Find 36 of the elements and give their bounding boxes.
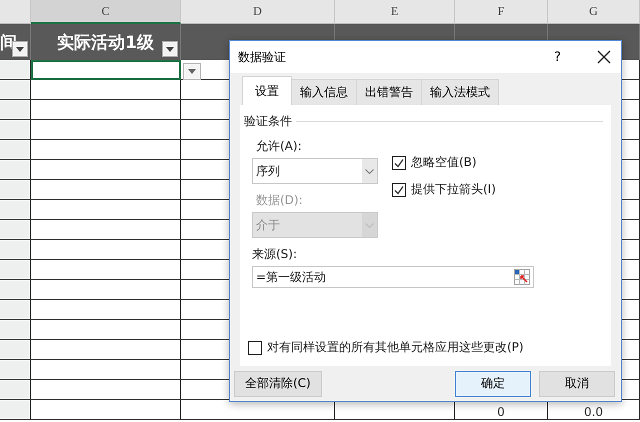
tab[interactable]: 输入信息 [291, 79, 357, 105]
tab[interactable]: 设置 [242, 76, 292, 105]
source-field[interactable]: =第一级活动 [252, 266, 534, 288]
column-letter[interactable]: E [335, 0, 455, 24]
chevron-icon [365, 222, 374, 228]
allow-dropdown[interactable]: 序列 [252, 158, 378, 184]
source-label: 来源(S): [252, 246, 298, 263]
header-text: 实际活动1级 [57, 32, 154, 54]
column-letter[interactable]: C [31, 0, 181, 24]
caret-icon [166, 46, 174, 52]
checkbox-label[interactable]: 提供下拉箭头(I) [411, 181, 496, 198]
data-label: 数据(D): [256, 192, 304, 209]
allow-label: 允许(A): [256, 138, 303, 155]
close-icon[interactable] [597, 50, 611, 64]
section-label: 验证条件 [244, 113, 292, 130]
caret-icon [16, 46, 24, 52]
cancel-button[interactable]: 取消 [539, 370, 615, 396]
filter-button[interactable] [162, 41, 178, 57]
checkbox-label[interactable]: 对有同样设置的所有其他单元格应用这些更改(P) [267, 339, 524, 356]
caret-icon [188, 69, 196, 74]
tab[interactable]: 输入法模式 [421, 79, 499, 105]
checkbox[interactable] [248, 340, 262, 354]
cell-dropdown-button[interactable] [183, 63, 201, 80]
chevron-icon [365, 168, 374, 174]
column-letter[interactable]: D [181, 0, 335, 24]
checkbox-label[interactable]: 忽略空值(B) [411, 154, 477, 171]
help-button[interactable]: ? [554, 50, 561, 64]
range-picker-icon[interactable] [514, 269, 530, 285]
column-letter[interactable]: G [548, 0, 640, 24]
checkbox[interactable] [392, 156, 406, 170]
tab[interactable]: 出错警告 [356, 79, 422, 105]
checkbox[interactable] [392, 182, 406, 196]
ok-button[interactable]: 确定 [455, 370, 531, 396]
clear-all-button[interactable]: 全部清除(C) [234, 370, 322, 396]
column-letter[interactable]: F [455, 0, 548, 24]
dialog-title: 数据验证 [238, 48, 287, 66]
